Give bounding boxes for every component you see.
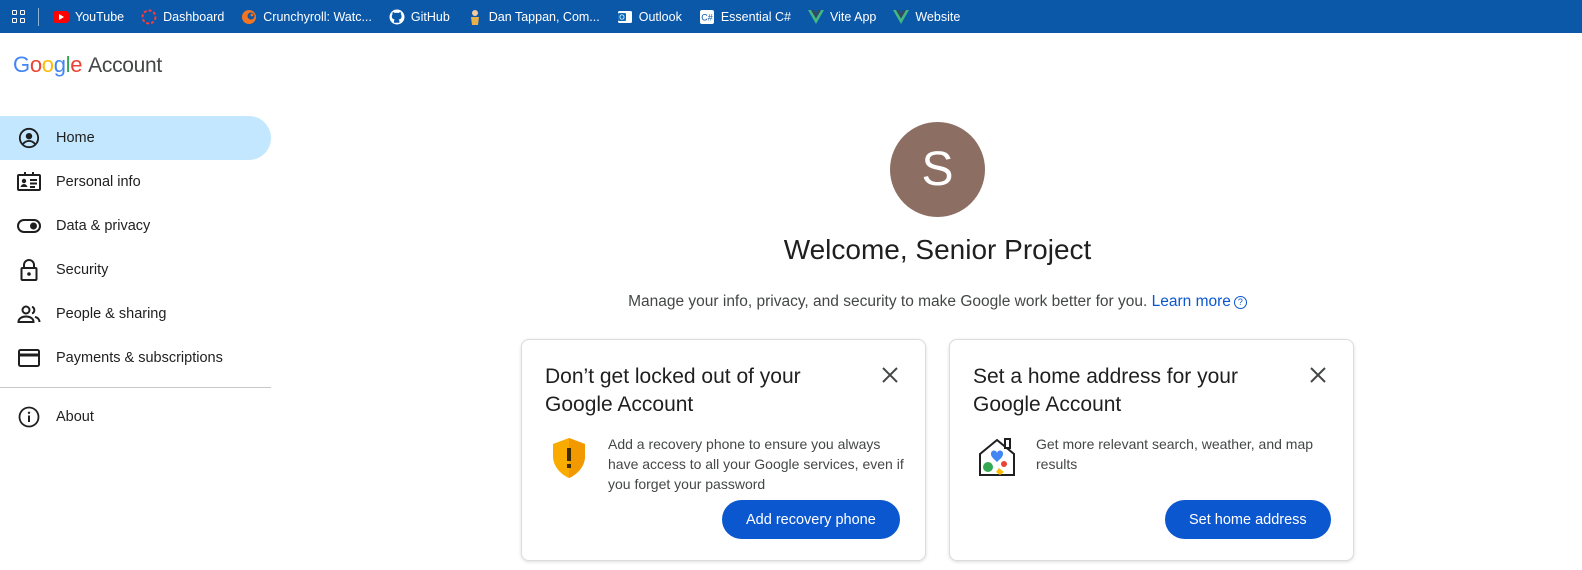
home-map-icon xyxy=(977,436,1017,480)
help-icon: ? xyxy=(1233,296,1247,309)
sidebar-item-home[interactable]: Home xyxy=(0,116,271,160)
card-description: Add a recovery phone to ensure you alway… xyxy=(608,436,904,492)
page-title: Welcome, Senior Project xyxy=(783,234,1092,265)
add-recovery-phone-button[interactable]: Add recovery phone xyxy=(722,500,900,539)
logo-letter: G xyxy=(13,52,30,77)
sidebar-item-label: Payments & subscriptions xyxy=(56,350,223,366)
person-icon xyxy=(467,9,483,25)
page-subtitle: Manage your info, privacy, and security … xyxy=(540,293,1335,311)
github-icon xyxy=(389,9,405,25)
recovery-phone-card: Don’t get locked out of your Google Acco… xyxy=(521,339,926,561)
crunchyroll-icon xyxy=(241,9,257,25)
sidebar-item-data-privacy[interactable]: Data & privacy xyxy=(0,204,271,248)
bookmark-essential-csharp[interactable]: C# Essential C# xyxy=(699,9,791,25)
bookmark-website[interactable]: Website xyxy=(893,9,960,25)
sidebar-item-label: Home xyxy=(56,130,95,146)
toggle-icon xyxy=(17,214,41,238)
bookmark-dashboard[interactable]: Dashboard xyxy=(141,9,224,25)
card-description: Get more relevant search, weather, and m… xyxy=(1036,436,1314,472)
apps-grid-icon[interactable] xyxy=(12,9,26,24)
bookmark-label: Website xyxy=(915,9,961,24)
close-icon[interactable] xyxy=(881,366,899,384)
vue-icon xyxy=(808,9,825,25)
subtitle-text: Manage your info, privacy, and security … xyxy=(628,293,1148,310)
sidebar-divider xyxy=(0,387,271,388)
google-account-logo[interactable]: Google Account xyxy=(13,52,162,80)
bookmark-label: YouTube xyxy=(75,9,125,24)
bookmark-label: GitHub xyxy=(410,9,450,24)
bookmark-vite-app[interactable]: Vite App xyxy=(808,9,876,25)
bookmark-outlook[interactable]: O Outlook xyxy=(617,9,682,25)
vue-icon xyxy=(893,9,910,25)
logo-letter: o xyxy=(29,52,42,77)
lock-icon xyxy=(17,258,41,282)
dashboard-icon xyxy=(141,9,157,25)
info-icon xyxy=(17,405,41,429)
sidebar-item-people-sharing[interactable]: People & sharing xyxy=(0,292,271,336)
bookmarks-bar: YouTube Dashboard Crunchyroll: Watc... G… xyxy=(0,0,1582,33)
account-wordmark: Account xyxy=(88,54,162,77)
bookmark-label: Outlook xyxy=(638,9,682,24)
card-title: Set a home address for your Google Accou… xyxy=(973,365,1238,416)
svg-text:C#: C# xyxy=(701,12,713,22)
bookmark-youtube[interactable]: YouTube xyxy=(53,9,124,25)
credit-card-icon xyxy=(17,346,41,370)
card-title: Don’t get locked out of your Google Acco… xyxy=(545,365,801,416)
bookmark-label: Dashboard xyxy=(163,9,225,24)
sidebar-item-personal-info[interactable]: Personal info xyxy=(0,160,271,204)
bookmark-label: Essential C# xyxy=(720,9,792,24)
logo-letter: o xyxy=(41,52,54,77)
close-icon[interactable] xyxy=(1309,366,1327,384)
bookmark-dan-tappan[interactable]: Dan Tappan, Com... xyxy=(467,9,600,25)
account-circle-icon xyxy=(17,126,41,150)
shield-warning-icon xyxy=(549,436,589,480)
logo-letter: g xyxy=(53,52,66,77)
sidebar-item-label: Personal info xyxy=(56,174,141,190)
google-wordmark: Google xyxy=(13,52,82,78)
sidebar-item-label: About xyxy=(56,409,94,425)
sidebar-item-about[interactable]: About xyxy=(0,395,271,439)
sidebar-item-label: Security xyxy=(56,262,109,278)
sidebar-item-security[interactable]: Security xyxy=(0,248,271,292)
logo-letter: e xyxy=(70,52,83,77)
set-home-address-button[interactable]: Set home address xyxy=(1165,500,1331,539)
csharp-icon: C# xyxy=(699,9,715,25)
bookmarks-separator xyxy=(38,7,39,26)
bookmark-github[interactable]: GitHub xyxy=(389,9,450,25)
outlook-icon: O xyxy=(617,9,633,25)
sidebar-item-label: Data & privacy xyxy=(56,218,151,234)
id-card-icon xyxy=(17,170,41,194)
youtube-icon xyxy=(53,9,69,25)
svg-text:O: O xyxy=(619,14,625,21)
avatar[interactable]: S xyxy=(890,122,985,217)
home-address-card: Set a home address for your Google Accou… xyxy=(949,339,1354,561)
bookmark-crunchyroll[interactable]: Crunchyroll: Watc... xyxy=(241,9,372,25)
bookmark-label: Vite App xyxy=(830,9,877,24)
learn-more-label: Learn more xyxy=(1151,293,1231,310)
learn-more-link[interactable]: Learn more? xyxy=(1152,293,1247,310)
sidebar-item-payments[interactable]: Payments & subscriptions xyxy=(0,336,271,380)
bookmark-label: Dan Tappan, Com... xyxy=(488,9,600,24)
bookmark-label: Crunchyroll: Watc... xyxy=(263,9,372,24)
sidebar-item-label: People & sharing xyxy=(56,306,167,322)
sidebar-nav: Home Personal info Data & privacy Securi… xyxy=(0,116,271,439)
people-icon xyxy=(17,302,41,326)
